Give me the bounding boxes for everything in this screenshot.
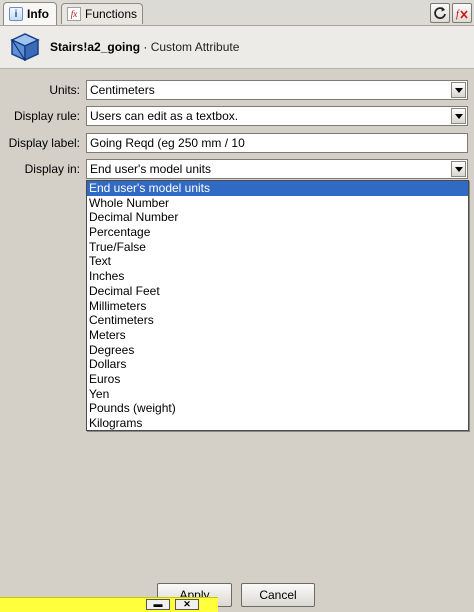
display-rule-select[interactable]: Users can edit as a textbox. [86, 106, 468, 126]
dropdown-option[interactable]: Dollars [87, 357, 468, 372]
display-in-value: End user's model units [90, 162, 212, 176]
info-icon: i [9, 7, 23, 21]
chevron-down-icon[interactable] [451, 82, 466, 98]
cancel-button[interactable]: Cancel [241, 583, 315, 607]
remove-function-button[interactable]: f [452, 3, 472, 23]
dropdown-option[interactable]: Whole Number [87, 196, 468, 211]
dropdown-option[interactable]: Kilograms [87, 416, 468, 431]
display-in-dropdown-list[interactable]: End user's model units Whole Number Decima… [86, 180, 469, 431]
display-in-select[interactable]: End user's model units [86, 159, 468, 179]
attribute-header: Stairs!a2_going · Custom Attribute [0, 26, 474, 69]
refresh-button[interactable] [430, 3, 450, 23]
dropdown-option[interactable]: True/False [87, 240, 468, 255]
dropdown-option[interactable]: Decimal Feet [87, 284, 468, 299]
fx-icon: fx [67, 7, 81, 21]
tab-functions[interactable]: fx Functions [61, 3, 143, 24]
refresh-icon [434, 7, 446, 19]
dropdown-option[interactable]: Degrees [87, 343, 468, 358]
chevron-down-icon[interactable] [451, 108, 466, 124]
units-label: Units: [49, 83, 80, 97]
display-in-label: Display in: [24, 162, 80, 176]
remove-fx-icon: f [456, 9, 468, 20]
units-value: Centimeters [90, 83, 155, 97]
dropdown-option[interactable]: Pounds (weight) [87, 401, 468, 416]
minimize-button[interactable]: ▬ [146, 599, 170, 610]
close-button[interactable]: ✕ [175, 599, 199, 610]
tab-info-label: Info [27, 7, 49, 21]
dropdown-option[interactable]: Centimeters [87, 313, 468, 328]
svg-text:f: f [456, 9, 460, 20]
dropdown-option[interactable]: Percentage [87, 225, 468, 240]
tab-bar: i Info fx Functions f [0, 0, 474, 26]
display-rule-value: Users can edit as a textbox. [90, 109, 239, 123]
dropdown-option[interactable]: Millimeters [87, 299, 468, 314]
tab-functions-label: Functions [85, 7, 138, 21]
display-label-input[interactable]: Going Reqd (eg 250 mm / 10 [86, 133, 468, 153]
header-separator: · [140, 40, 151, 54]
object-name: Stairs!a2_going [50, 40, 141, 54]
header-title: Stairs!a2_going · Custom Attribute [50, 40, 239, 54]
dropdown-option[interactable]: Text [87, 254, 468, 269]
cube-icon [10, 33, 40, 62]
tab-info[interactable]: i Info [3, 2, 57, 25]
dropdown-option[interactable]: End user's model units [87, 181, 468, 196]
dropdown-option[interactable]: Yen [87, 387, 468, 402]
dropdown-option[interactable]: Inches [87, 269, 468, 284]
dropdown-option[interactable]: Decimal Number [87, 210, 468, 225]
display-rule-label: Display rule: [13, 109, 80, 123]
chevron-down-icon[interactable] [451, 161, 466, 177]
display-label-label: Display label: [8, 136, 80, 150]
units-select[interactable]: Centimeters [86, 80, 468, 100]
dropdown-option[interactable]: Euros [87, 372, 468, 387]
display-label-value: Going Reqd (eg 250 mm / 10 [90, 136, 245, 150]
dropdown-option[interactable]: Meters [87, 328, 468, 343]
object-kind: Custom Attribute [150, 40, 240, 54]
